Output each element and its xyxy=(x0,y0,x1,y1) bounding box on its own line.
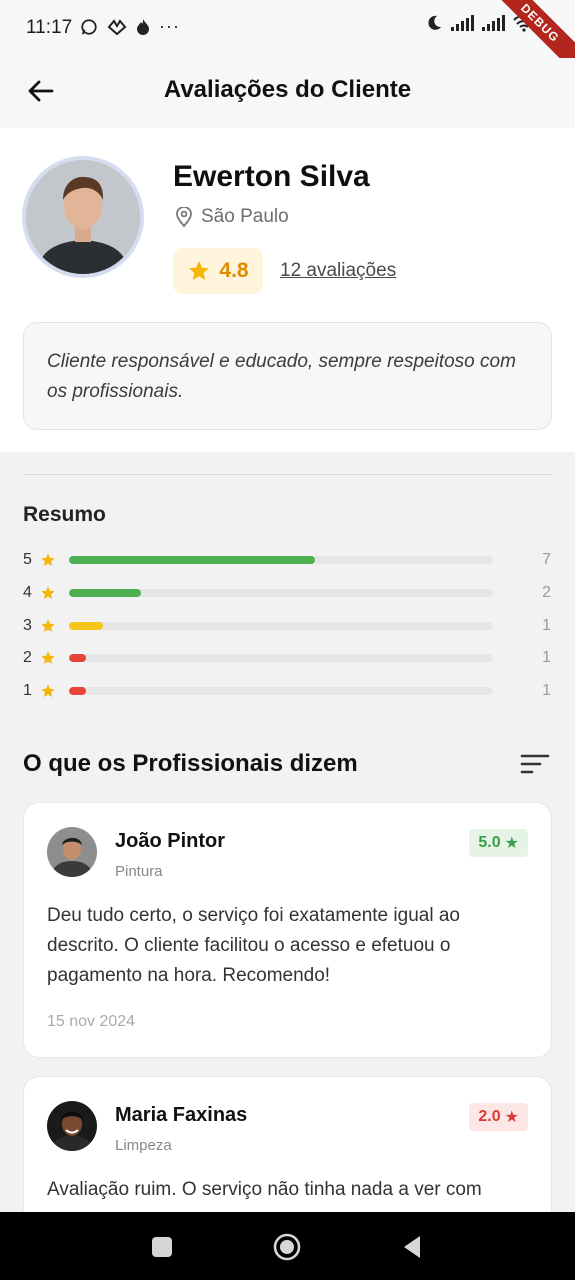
professional-avatar xyxy=(47,827,97,877)
star-icon xyxy=(41,553,55,566)
professional-category: Pintura xyxy=(115,863,163,880)
rating-bar-row: 5 7 xyxy=(23,551,553,571)
client-profile: Ewerton Silva São Paulo 4.8 12 avaliaçõe… xyxy=(0,128,575,452)
more-notifications-icon: ··· xyxy=(159,16,180,36)
star-icon xyxy=(189,261,210,280)
rating-stars-label: 3 xyxy=(23,617,32,634)
client-location: São Paulo xyxy=(175,206,289,228)
rating-bar-fill xyxy=(69,589,142,597)
average-rating-value: 4.8 xyxy=(219,259,249,282)
status-bar: 11:17 ··· DEBUG xyxy=(0,0,575,77)
review-text: Deu tudo certo, o serviço foi exatamente… xyxy=(47,905,460,986)
review-score-badge: 2.0 ★ xyxy=(469,1103,528,1131)
app-bar: Avaliações do Cliente xyxy=(0,58,575,128)
rating-bar-track xyxy=(69,589,493,597)
review-score-badge: 5.0 ★ xyxy=(469,829,528,857)
status-time: 11:17 xyxy=(26,17,73,38)
client-avatar xyxy=(22,156,144,278)
rating-bar-fill xyxy=(69,654,86,662)
system-navigation-bar xyxy=(0,1212,575,1280)
signal-icon-2 xyxy=(482,15,505,31)
average-rating-badge: 4.8 xyxy=(173,248,263,294)
page-title: Avaliações do Cliente xyxy=(163,76,412,103)
rating-bar-row: 2 1 xyxy=(23,649,553,669)
star-icon xyxy=(41,684,55,697)
rating-bar-fill xyxy=(69,687,86,695)
rating-count: 7 xyxy=(542,551,551,568)
client-name: Ewerton Silva xyxy=(173,160,370,193)
star-icon xyxy=(41,651,55,664)
client-bio: Cliente responsável e educado, sempre re… xyxy=(23,322,552,430)
star-icon xyxy=(41,619,55,632)
star-icon xyxy=(41,586,55,599)
review-score-value: 2.0 xyxy=(478,1108,501,1125)
rating-bar-fill xyxy=(69,556,315,564)
rating-stars-label: 2 xyxy=(23,649,32,666)
recent-apps-icon[interactable] xyxy=(147,1232,177,1262)
signal-icon-1 xyxy=(451,15,474,31)
do-not-disturb-moon-icon xyxy=(428,15,441,30)
rating-stars-label: 4 xyxy=(23,584,32,601)
professional-name: Maria Faxinas xyxy=(115,1104,248,1126)
professional-category: Limpeza xyxy=(115,1137,172,1154)
home-icon[interactable] xyxy=(272,1232,302,1262)
sort-filter-icon[interactable] xyxy=(518,750,552,778)
review-card[interactable]: João Pintor Pintura 5.0 ★ Deu tudo certo… xyxy=(23,802,552,1058)
location-text: São Paulo xyxy=(201,206,289,227)
review-date: 15 nov 2024 xyxy=(47,1013,136,1030)
rating-bar-track xyxy=(69,622,493,630)
rating-bar-track xyxy=(69,687,493,695)
whatsapp-icon xyxy=(81,18,97,35)
star-icon: ★ xyxy=(504,1109,519,1126)
rating-count: 2 xyxy=(542,584,551,601)
rating-stars-label: 5 xyxy=(23,551,32,568)
flame-icon xyxy=(137,18,149,35)
location-pin-icon xyxy=(176,207,192,227)
back-nav-icon[interactable] xyxy=(398,1232,428,1262)
rating-count: 1 xyxy=(542,682,551,699)
rating-bar-track xyxy=(69,654,493,662)
rating-bar-fill xyxy=(69,622,103,630)
app-notification-icon xyxy=(107,18,127,35)
rating-count: 1 xyxy=(542,617,551,634)
notification-icons: ··· xyxy=(80,16,180,37)
rating-stars-label: 1 xyxy=(23,682,32,699)
rating-bar-row: 4 2 xyxy=(23,584,553,604)
rating-count: 1 xyxy=(542,649,551,666)
reviews-count-link[interactable]: 12 avaliações xyxy=(280,260,396,282)
section-divider xyxy=(23,474,552,475)
review-text: Avaliação ruim. O serviço não tinha nada… xyxy=(47,1179,482,1200)
rating-bar-track xyxy=(69,556,493,564)
rating-bar-row: 1 1 xyxy=(23,682,553,702)
summary-title: Resumo xyxy=(23,503,106,526)
star-icon: ★ xyxy=(504,835,519,852)
professionals-section-title: O que os Profissionais dizem xyxy=(23,750,358,777)
professional-avatar xyxy=(47,1101,97,1151)
professional-name: João Pintor xyxy=(115,830,226,852)
review-score-value: 5.0 xyxy=(478,834,501,851)
rating-bar-row: 3 1 xyxy=(23,617,553,637)
